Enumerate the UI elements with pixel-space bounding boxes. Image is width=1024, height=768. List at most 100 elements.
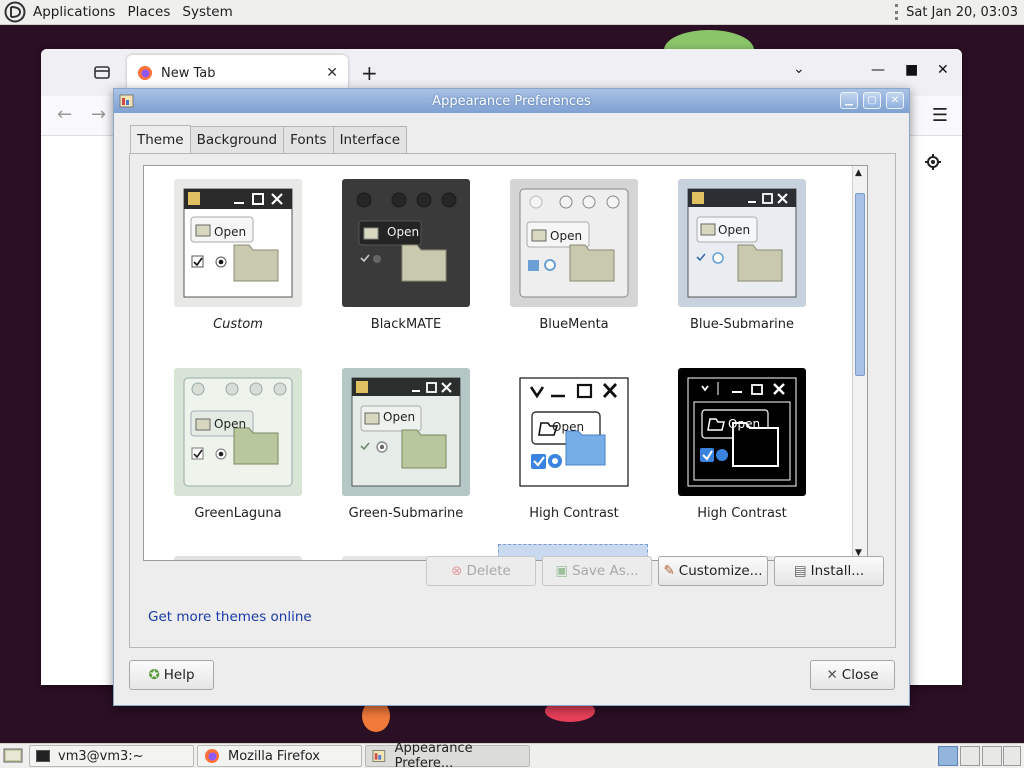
customize-icon: ✎ [663,563,675,579]
tab-fonts[interactable]: Fonts [283,126,334,153]
close-label: Close [841,667,879,683]
taskbar-label: Appearance Prefere... [394,741,473,768]
theme-preview: Open [510,368,638,496]
taskbar-item-appearance[interactable]: Appearance Prefere... [365,741,530,768]
close-icon[interactable]: ✕ [886,92,904,109]
taskbar-item-firefox[interactable]: Mozilla Firefox [197,745,362,767]
install-button[interactable]: ▤ Install... [774,556,884,586]
tab-bar: Theme Background Fonts Interface [130,125,408,153]
scrollbar-thumb[interactable] [855,193,865,376]
theme-preview: Open [342,179,470,307]
theme-preview-partial[interactable] [174,556,302,560]
theme-label: BlackMATE [370,317,442,332]
theme-preview: Open [510,179,638,307]
theme-item-high-contrast[interactable]: Open High Contrast [510,368,638,521]
theme-list[interactable]: Open Custom Open BlackMATE Open BlueMent… [143,165,868,561]
theme-preview-icon [351,377,461,487]
theme-label: Blue-Submarine [689,317,795,332]
bottom-panel: vm3@vm3:~ Mozilla Firefox Appearance Pre… [0,741,1024,768]
maximize-icon[interactable]: ■ [905,62,918,78]
minimize-icon[interactable]: ▁ [840,92,858,109]
delete-label: Delete [466,563,511,579]
back-icon[interactable]: ← [57,104,72,125]
theme-label: Custom [213,317,263,332]
firefox-tab[interactable]: New Tab ✕ [127,55,348,91]
theme-open-label: Open [383,410,416,424]
menu-places[interactable]: Places [127,4,170,20]
workspace-2[interactable] [960,746,980,766]
tab-title: New Tab [161,65,216,81]
workspace-3[interactable] [982,746,1002,766]
delete-icon: ⊗ [451,563,463,579]
top-panel: Applications Places System Sat Jan 20, 0… [0,0,1024,25]
close-icon[interactable]: ✕ [937,62,949,78]
theme-open-label: Open [718,223,751,237]
taskbar-item-terminal[interactable]: vm3@vm3:~ [29,745,194,767]
close-button[interactable]: ✕ Close [810,660,895,690]
install-label: Install... [810,563,865,579]
theme-open-label: Open [387,225,420,239]
theme-open-label: Open [552,420,585,434]
theme-open-label: Open [214,417,247,431]
tab-background[interactable]: Background [189,126,285,153]
theme-label: GreenLaguna [194,506,282,521]
workspace-1[interactable] [938,746,958,766]
save-as-button[interactable]: ▣ Save As... [542,556,652,586]
customize-label: Customize... [678,563,763,579]
help-label: Help [163,667,195,683]
theme-item-custom[interactable]: Open Custom [174,179,302,332]
save-icon: ▣ [555,563,569,579]
theme-tab-panel: Open Custom Open BlackMATE Open BlueMent… [129,153,896,648]
customize-button[interactable]: ✎ Customize... [658,556,768,586]
tab-theme[interactable]: Theme [130,125,191,153]
maximize-icon[interactable]: ▢ [863,92,881,109]
forward-icon[interactable]: → [91,104,106,125]
mate-logo-icon[interactable] [4,1,26,23]
get-more-themes-link[interactable]: Get more themes online [148,609,312,625]
theme-item-blue-submarine[interactable]: Open Blue-Submarine [678,179,806,332]
theme-open-label: Open [214,225,247,239]
theme-open-label: Open [728,417,761,431]
delete-button[interactable]: ⊗ Delete [426,556,536,586]
theme-preview-icon [183,188,293,298]
hamburger-menu-icon[interactable]: ☰ [932,105,948,126]
close-icon: ✕ [826,667,838,683]
minimize-icon[interactable]: — [871,62,885,78]
save-as-label: Save As... [572,563,639,579]
theme-label: BlueMenta [539,317,609,332]
theme-item-blackmate[interactable]: Open BlackMATE [342,179,470,332]
theme-preview: Open [678,179,806,307]
show-desktop-icon[interactable] [2,746,26,766]
new-tab-icon[interactable]: + [361,61,378,85]
theme-item-greenlaguna[interactable]: Open GreenLaguna [174,368,302,521]
tab-list-icon[interactable] [92,63,112,81]
dialog-titlebar[interactable]: Appearance Preferences ▁ ▢ ✕ [114,89,909,113]
appearance-preferences-dialog: Appearance Preferences ▁ ▢ ✕ Theme Backg… [113,88,910,706]
tab-interface[interactable]: Interface [332,126,408,153]
terminal-icon [36,750,50,762]
menu-applications[interactable]: Applications [33,4,115,20]
install-icon: ▤ [793,563,807,579]
theme-preview-icon [519,188,629,298]
workspace-4[interactable] [1003,746,1021,766]
theme-label: Green-Submarine [348,506,464,521]
gear-icon[interactable] [924,153,942,171]
menu-system[interactable]: System [182,4,232,20]
close-tab-icon[interactable]: ✕ [326,65,338,81]
theme-item-high-contrast-inverse[interactable]: Open High Contrast [678,368,806,521]
clock[interactable]: Sat Jan 20, 03:03 [906,5,1018,20]
theme-preview: Open [342,368,470,496]
chevron-down-icon[interactable]: ⌄ [793,61,805,77]
theme-preview: Open [678,368,806,496]
theme-open-label: Open [550,229,583,243]
theme-list-scrollbar[interactable]: ▲ ▼ [852,166,867,560]
help-icon: ✪ [148,667,160,683]
theme-item-bluementa[interactable]: Open BlueMenta [510,179,638,332]
firefox-icon [138,66,152,80]
scroll-up-icon[interactable]: ▲ [855,168,862,178]
taskbar-label: Mozilla Firefox [228,748,320,764]
theme-item-green-submarine[interactable]: Open Green-Submarine [342,368,470,521]
theme-preview: Open [174,368,302,496]
theme-label: High Contrast [697,506,787,521]
help-button[interactable]: ✪ Help [129,660,214,690]
